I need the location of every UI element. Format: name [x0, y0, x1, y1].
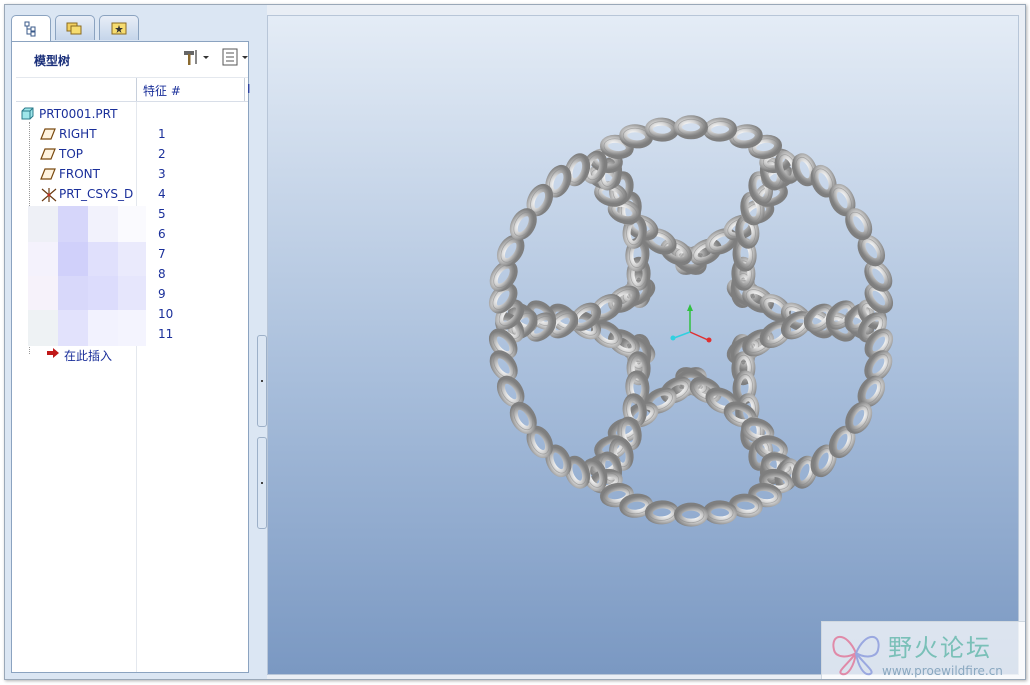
tree-item-hidden[interactable]: 5	[12, 204, 248, 224]
tree-item-label: FRONT	[59, 167, 100, 181]
tools-hammer-icon	[184, 50, 209, 65]
tree-item-root[interactable]: PRT0001.PRT	[12, 104, 248, 124]
tree-item-hidden[interactable]: 9	[12, 284, 248, 304]
forum-watermark: 野火论坛 www.proewildfire.cn	[821, 621, 1025, 679]
part-icon	[21, 107, 34, 120]
tab-favorites[interactable]	[99, 15, 139, 40]
list-settings-icon	[222, 48, 248, 66]
tree-tools-button[interactable]	[182, 47, 214, 67]
butterfly-logo-icon	[832, 635, 880, 676]
tree-item-label: PRT_CSYS_D	[59, 187, 134, 201]
feature-number: 3	[158, 167, 166, 181]
folder-browser-icon	[66, 22, 82, 35]
tree-item-hidden[interactable]: 7	[12, 244, 248, 264]
coordinate-system-icon	[41, 188, 57, 202]
navigator-tabs	[11, 15, 251, 42]
tab-model-tree[interactable]	[11, 15, 51, 42]
insert-here-label: 在此插入	[64, 349, 113, 363]
helical-coil-flower-model[interactable]	[268, 16, 1018, 674]
datum-plane-icon	[40, 148, 56, 160]
feature-number: 10	[158, 307, 174, 321]
tree-item-label: RIGHT	[59, 127, 97, 141]
tree-item-label: TOP	[59, 147, 84, 161]
feature-number: 9	[158, 287, 166, 301]
tree-item-right[interactable]: RIGHT 1	[12, 124, 248, 144]
tab-folder-browser[interactable]	[55, 15, 95, 40]
model-tree-panel: 模型树 特征 # I PRT0001.PRT RIGHT 1 TOP 2 FRO…	[11, 42, 251, 673]
panel-collapse-handle[interactable]	[257, 335, 267, 427]
favorites-folder-icon	[111, 22, 127, 35]
navigator-panel: 模型树 特征 # I PRT0001.PRT RIGHT 1 TOP 2 FRO…	[5, 5, 267, 679]
coordinate-axes-icon	[670, 304, 712, 343]
tree-item-top[interactable]: TOP 2	[12, 144, 248, 164]
column-feature-number[interactable]: 特征 #	[143, 82, 181, 99]
datum-plane-icon	[40, 168, 56, 180]
tree-item-hidden[interactable]: 10	[12, 304, 248, 324]
feature-number: 6	[158, 227, 166, 241]
tree-item-label: PRT0001.PRT	[39, 107, 118, 121]
feature-number: 2	[158, 147, 166, 161]
panel-resize-handle[interactable]	[257, 437, 267, 529]
tree-settings-button[interactable]	[222, 47, 254, 67]
graphics-viewport[interactable]	[267, 15, 1019, 675]
feature-number: 5	[158, 207, 166, 221]
datum-plane-icon	[40, 128, 56, 140]
feature-number: 7	[158, 247, 166, 261]
tree-item-front[interactable]: FRONT 3	[12, 164, 248, 184]
tree-item-csys[interactable]: PRT_CSYS_D 4	[12, 184, 248, 204]
insert-arrow-icon	[47, 348, 59, 358]
column-separator	[136, 78, 137, 101]
watermark-url: www.proewildfire.cn	[882, 664, 1003, 678]
feature-number: 4	[158, 187, 166, 201]
app-window: 模型树 特征 # I PRT0001.PRT RIGHT 1 TOP 2 FRO…	[4, 4, 1026, 680]
tree-column-header: 特征 # I	[16, 77, 251, 102]
feature-number: 11	[158, 327, 174, 341]
feature-number: 1	[158, 127, 166, 141]
tree-item-hidden[interactable]: 8	[12, 264, 248, 284]
insert-here-marker[interactable]: 在此插入	[12, 344, 248, 364]
watermark-title: 野火论坛	[888, 634, 992, 662]
column-separator	[244, 78, 245, 101]
feature-number: 8	[158, 267, 166, 281]
tree-item-hidden[interactable]: 11	[12, 324, 248, 344]
column-extra[interactable]: I	[247, 82, 251, 96]
model-tree-icon	[24, 21, 36, 37]
coil-geometry	[488, 115, 894, 527]
panel-title: 模型树	[34, 54, 71, 68]
tree-item-hidden[interactable]: 6	[12, 224, 248, 244]
